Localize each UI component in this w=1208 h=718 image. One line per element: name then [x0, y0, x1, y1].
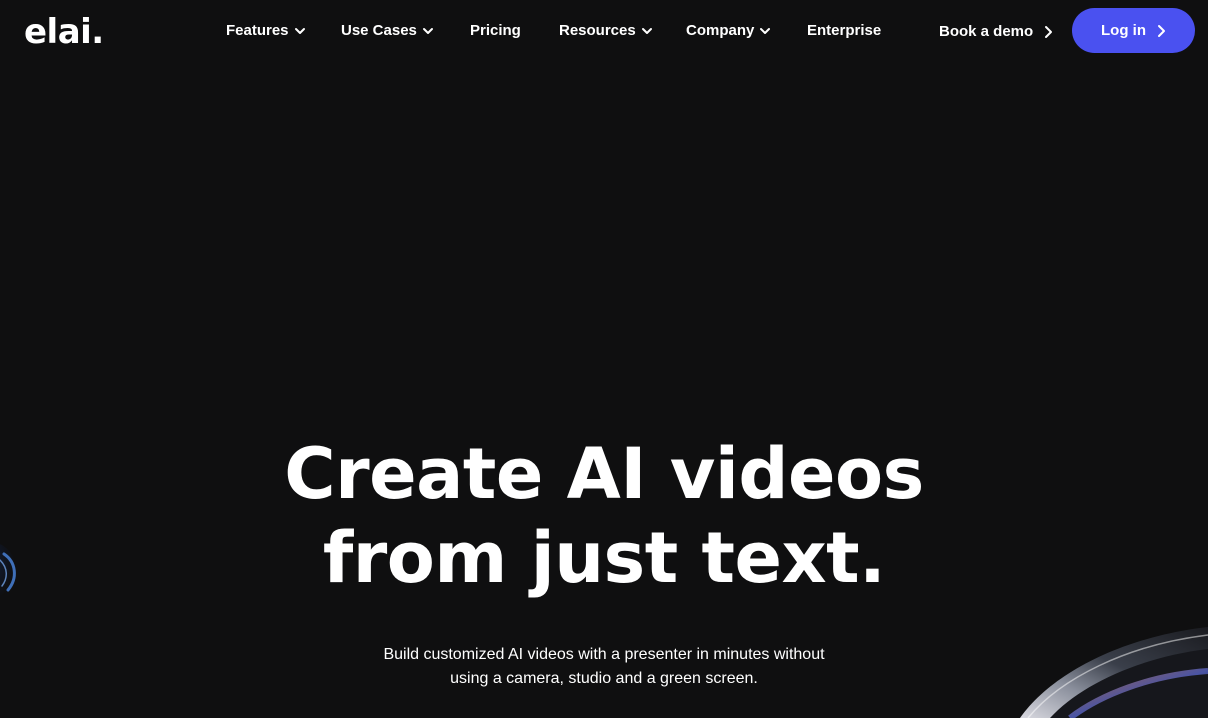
login-button[interactable]: Log in	[1072, 8, 1195, 53]
nav-item-resources[interactable]: Resources	[559, 19, 653, 43]
nav-item-label: Resources	[559, 22, 636, 39]
book-demo-link[interactable]: Book a demo	[939, 20, 1053, 44]
elai-logo[interactable]: elai.	[24, 10, 104, 54]
nav-item-label: Company	[686, 22, 755, 39]
nav-item-company[interactable]: Company	[686, 19, 771, 43]
landing-page: elai. Features Use Cases Pricing Resourc…	[0, 0, 1208, 718]
nav-item-pricing[interactable]: Pricing	[470, 19, 521, 43]
glass-ring-decoration	[0, 544, 16, 596]
chevron-down-icon	[760, 28, 771, 34]
chevron-down-icon	[422, 28, 433, 34]
nav-item-label: Features	[226, 22, 289, 39]
chevron-right-icon	[1158, 24, 1165, 37]
nav-item-use-cases[interactable]: Use Cases	[341, 19, 434, 43]
chevron-right-icon	[1045, 26, 1053, 38]
nav-item-label: Enterprise	[807, 22, 882, 39]
nav-item-label: Pricing	[470, 22, 521, 39]
book-demo-label: Book a demo	[939, 23, 1034, 40]
hero-title: Create AI videos from just text.	[0, 432, 1208, 600]
nav-item-label: Use Cases	[341, 22, 417, 39]
nav-item-features[interactable]: Features	[226, 19, 306, 43]
nav-item-enterprise[interactable]: Enterprise	[807, 19, 881, 43]
login-label: Log in	[1101, 22, 1146, 39]
glass-sphere-decoration	[1020, 627, 1208, 718]
hero-title-line: from just text.	[322, 517, 886, 599]
chevron-down-icon	[641, 28, 652, 34]
hero-title-line: Create AI videos	[284, 433, 924, 515]
chevron-down-icon	[294, 28, 305, 34]
